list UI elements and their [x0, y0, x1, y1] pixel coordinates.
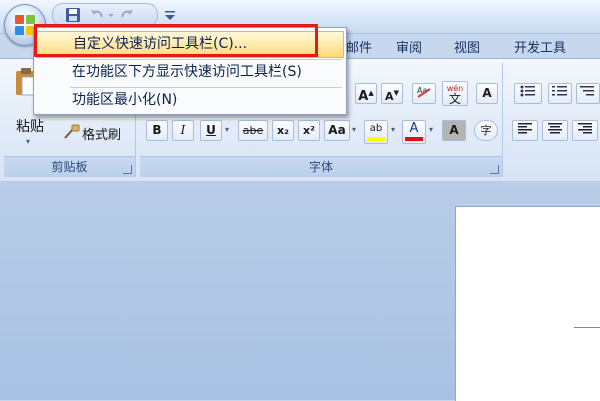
- change-case-button[interactable]: Aa: [324, 120, 350, 141]
- align-center-button[interactable]: [542, 120, 568, 141]
- highlight-callout-box: [34, 24, 318, 57]
- clipboard-launcher-icon[interactable]: [123, 165, 132, 174]
- highlight-label: ab: [369, 123, 383, 134]
- paste-button[interactable]: 粘贴: [16, 116, 44, 136]
- shrink-font-label: A: [385, 90, 394, 103]
- align-right-icon: [578, 123, 592, 134]
- customize-qat-dropdown-icon[interactable]: [162, 8, 178, 24]
- grow-font-button[interactable]: A▲: [355, 83, 377, 104]
- numbering-icon: [552, 86, 567, 96]
- font-color-label: A: [409, 121, 419, 136]
- highlight-dropdown-icon[interactable]: ▾: [391, 125, 395, 134]
- align-left-icon: [518, 123, 532, 134]
- multilevel-list-icon: [580, 86, 594, 96]
- underline-button[interactable]: U: [200, 120, 222, 141]
- paste-dropdown-icon[interactable]: ▾: [26, 137, 30, 146]
- page-margin-mark: [574, 327, 600, 328]
- multilevel-list-button[interactable]: [576, 83, 600, 104]
- align-center-icon: [548, 123, 562, 134]
- font-group-title: 字体: [308, 160, 333, 174]
- character-border-button[interactable]: A: [476, 83, 498, 104]
- clipboard-group-title: 剪贴板: [51, 160, 88, 174]
- grow-font-label: A: [358, 89, 369, 104]
- clear-formatting-icon: Aa: [417, 86, 431, 98]
- font-color-dropdown-icon[interactable]: ▾: [429, 125, 433, 134]
- phonetic-guide-button[interactable]: wén 文: [442, 81, 468, 106]
- font-color-button[interactable]: A: [402, 120, 426, 144]
- character-border-label: A: [482, 86, 492, 100]
- bold-button[interactable]: B: [146, 120, 168, 141]
- bullets-button[interactable]: [514, 83, 542, 104]
- clipboard-group-label: 剪贴板: [4, 156, 135, 177]
- menu-item-minimize-ribbon[interactable]: 功能区最小化(N): [36, 87, 344, 114]
- tab-developer[interactable]: 开发工具: [514, 37, 566, 56]
- font-color-swatch: [405, 137, 423, 141]
- redo-icon[interactable]: [119, 7, 135, 23]
- save-icon[interactable]: [65, 7, 81, 23]
- superscript-button[interactable]: x²: [298, 120, 320, 141]
- align-left-button[interactable]: [512, 120, 538, 141]
- italic-button[interactable]: I: [172, 120, 194, 141]
- undo-icon[interactable]: [89, 7, 105, 23]
- align-right-button[interactable]: [572, 120, 598, 141]
- clear-formatting-button[interactable]: Aa: [412, 83, 436, 104]
- font-group-label: 字体: [140, 156, 502, 177]
- numbering-button[interactable]: [548, 83, 572, 104]
- strikethrough-button[interactable]: abe: [238, 120, 268, 141]
- tab-view[interactable]: 视图: [454, 37, 480, 56]
- font-launcher-icon[interactable]: [490, 165, 499, 174]
- tab-review[interactable]: 审阅: [396, 37, 422, 56]
- undo-dropdown-icon[interactable]: [107, 7, 115, 23]
- change-case-dropdown-icon[interactable]: ▾: [352, 125, 356, 134]
- underline-dropdown-icon[interactable]: ▾: [225, 125, 229, 134]
- bullets-icon: [520, 85, 535, 97]
- highlight-button[interactable]: ab: [364, 120, 388, 144]
- format-painter-button[interactable]: 格式刷: [82, 124, 121, 143]
- character-shading-button[interactable]: A: [442, 120, 466, 141]
- tab-mailings[interactable]: 邮件: [346, 37, 372, 56]
- document-area: [0, 181, 600, 401]
- format-painter-icon: [62, 123, 80, 145]
- enclose-characters-button[interactable]: 字: [474, 120, 498, 141]
- paragraph-group: [508, 63, 600, 177]
- shrink-font-button[interactable]: A▼: [381, 83, 403, 104]
- office-logo-icon: [15, 15, 35, 35]
- highlight-color-swatch: [367, 137, 385, 141]
- subscript-button[interactable]: x₂: [272, 120, 294, 141]
- phonetic-char: 文: [448, 92, 461, 106]
- document-page[interactable]: [455, 206, 600, 401]
- menu-item-show-qat-below-ribbon[interactable]: 在功能区下方显示快速访问工具栏(S): [36, 59, 344, 86]
